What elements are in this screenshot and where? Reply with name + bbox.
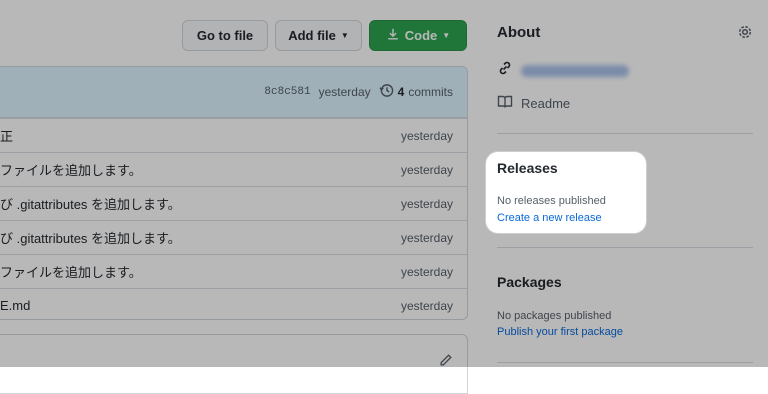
commit-message[interactable]: 正 [0, 126, 13, 145]
gear-icon[interactable] [737, 24, 753, 45]
commit-sha[interactable]: 8c8c581 [264, 86, 310, 98]
add-file-label: Add file [288, 28, 336, 43]
file-row[interactable]: ファイルを追加します。 yesterday [0, 152, 467, 186]
commit-message[interactable]: ファイルを追加します。 [0, 160, 142, 179]
add-file-button[interactable]: Add file ▼ [275, 20, 362, 51]
commit-age: yesterday [400, 162, 453, 177]
commits-link[interactable]: 4 commits [379, 83, 453, 101]
commits-label: commits [408, 85, 453, 99]
pencil-icon[interactable] [439, 353, 453, 372]
file-name[interactable]: E.md [0, 298, 30, 313]
commit-age: yesterday [400, 230, 453, 245]
link-icon [497, 60, 513, 81]
publish-package-link[interactable]: Publish your first package [497, 326, 623, 338]
readme-link[interactable]: Readme [497, 94, 570, 113]
releases-heading: Releases [497, 160, 558, 176]
commit-age: yesterday [400, 128, 453, 143]
commit-time: yesterday [318, 85, 371, 99]
chevron-down-icon: ▼ [442, 31, 451, 40]
file-row[interactable]: び .gitattributes を追加します。 yesterday [0, 186, 467, 220]
packages-heading: Packages [497, 274, 562, 290]
code-label: Code [404, 28, 438, 43]
releases-spotlight: Releases No releases published Create a … [486, 152, 646, 233]
readme-panel [0, 334, 468, 394]
history-icon [379, 83, 394, 101]
go-to-file-label: Go to file [196, 28, 254, 43]
go-to-file-button[interactable]: Go to file [182, 20, 268, 51]
create-release-link[interactable]: Create a new release [497, 212, 602, 224]
commit-age: yesterday [400, 196, 453, 211]
website-link-row[interactable] [497, 60, 629, 81]
file-row[interactable]: 正 yesterday [0, 118, 467, 152]
readme-label: Readme [521, 96, 571, 111]
latest-commit-bar: 8c8c581 yesterday 4 commits [0, 67, 467, 118]
commit-message[interactable]: び .gitattributes を追加します。 [0, 194, 181, 213]
code-button[interactable]: Code ▼ [369, 20, 467, 51]
chevron-down-icon: ▼ [340, 31, 349, 40]
releases-empty-text: No releases published [497, 195, 606, 207]
commit-message[interactable]: ファイルを追加します。 [0, 262, 142, 281]
commit-message[interactable]: び .gitattributes を追加します。 [0, 228, 181, 247]
website-link[interactable] [521, 64, 629, 77]
commits-count: 4 [397, 85, 405, 99]
about-heading: About [497, 24, 541, 41]
file-row[interactable]: E.md yesterday [0, 288, 467, 319]
file-list: 8c8c581 yesterday 4 commits 正 yesterday … [0, 66, 468, 320]
file-row[interactable]: び .gitattributes を追加します。 yesterday [0, 220, 467, 254]
commit-age: yesterday [400, 264, 453, 279]
divider [497, 247, 753, 248]
divider [497, 362, 753, 363]
file-row[interactable]: ファイルを追加します。 yesterday [0, 254, 467, 288]
divider [497, 133, 753, 134]
commit-age: yesterday [400, 298, 453, 313]
packages-empty-text: No packages published [497, 310, 612, 322]
download-icon [386, 27, 400, 44]
book-icon [497, 94, 513, 113]
